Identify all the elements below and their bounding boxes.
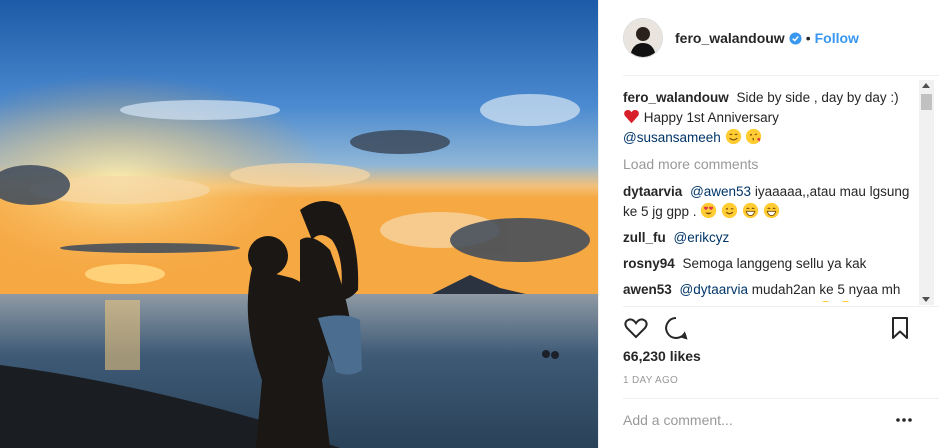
comment-text: Semoga langgeng sellu ya kak [682,256,867,271]
comment-username[interactable]: awen53 [623,282,672,297]
comment-box-divider [623,398,939,399]
follow-button[interactable]: Follow [815,30,859,46]
comment-mention[interactable]: @dytaarvia [680,282,748,297]
caption-mention[interactable]: @susansameeh [623,130,721,145]
smiling-face-icon [725,128,741,145]
comment-username[interactable]: rosny94 [623,256,675,271]
speech-bubble-icon[interactable] [663,315,689,341]
caption: fero_walandouw Side by side , day by day… [623,88,913,148]
smiling-face-icon [841,300,850,302]
heart-icon[interactable] [623,315,649,341]
author-username[interactable]: fero_walandouw [675,30,785,46]
grinning-face-icon [742,202,759,219]
add-comment-input[interactable] [623,412,883,428]
red-heart-icon [624,110,639,124]
smiling-face-icon [821,300,830,302]
caption-text-2: Happy 1st Anniversary [643,110,779,125]
like-count[interactable]: 66,230 likes [623,348,701,364]
comment-item: awen53 @dytaarvia mudah2an ke 5 nyaa mh … [623,280,913,302]
header-divider [623,75,939,76]
ellipsis-icon[interactable] [895,414,913,426]
action-bar [623,315,915,343]
post-photo[interactable] [0,0,598,448]
comment-item: zull_fu @erikcyz [623,228,913,248]
post-details-panel: fero_walandouw • Follow fero_walandouw S… [598,0,939,448]
caption-text: Side by side , day by day :) [736,90,899,105]
comment-mention[interactable]: @awen53 [690,184,751,199]
load-more-comments-link[interactable]: Load more comments [623,154,913,174]
scroll-up-arrow-icon[interactable] [922,83,930,88]
heart-eyes-face-icon [701,202,717,219]
comment-item: rosny94 Semoga langgeng sellu ya kak [623,254,913,274]
post-header: fero_walandouw • Follow [623,16,859,60]
winking-face-icon [721,202,738,219]
caption-username[interactable]: fero_walandouw [623,90,729,105]
comment-username[interactable]: zull_fu [623,230,666,245]
verified-badge-icon [789,31,802,45]
comment-username[interactable]: dytaarvia [623,184,682,199]
separator-dot: • [805,30,811,46]
bookmark-icon[interactable] [887,315,913,341]
comment-mention[interactable]: @erikcyz [674,230,730,245]
post-date: 1 DAY AGO [623,375,679,386]
comments-scrollbar[interactable] [919,80,934,305]
comments-list: fero_walandouw Side by side , day by day… [623,88,913,302]
kissing-face-icon [746,128,762,145]
actions-divider [623,306,939,307]
grinning-face-icon [763,202,779,219]
scroll-down-arrow-icon[interactable] [922,297,930,302]
comment-item: dytaarvia @awen53 iyaaaaa,,atau mau lgsu… [623,182,913,222]
avatar[interactable] [623,18,663,58]
scrollbar-thumb[interactable] [921,94,932,110]
